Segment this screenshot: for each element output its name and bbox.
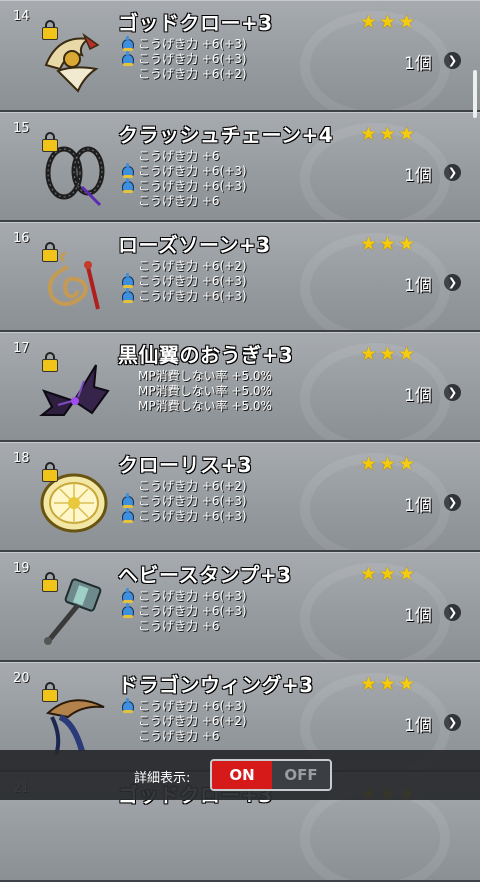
lock-icon[interactable] [42, 572, 58, 592]
toggle-off-button[interactable]: OFF [272, 761, 330, 789]
list-item[interactable]: 14 ゴッドクロー+3 ★★★ こうげき力 +6(+3) こうげき力 +6(+3… [0, 0, 480, 112]
stat-list: こうげき力 +6(+3) こうげき力 +6(+3) こうげき力 +6(+2) [118, 36, 247, 82]
list-item[interactable]: 17 黒仙翼のおうぎ+3 ★★★ MP消費しない率 +5.0% MP消費しない率… [0, 332, 480, 442]
lock-icon[interactable] [42, 132, 58, 152]
stat-line: MP消費しない率 +5.0% [138, 384, 272, 398]
slime-icon [122, 178, 134, 193]
chevron-right-icon[interactable]: ❯ [444, 714, 461, 731]
list-item[interactable]: 15 クラッシュチェーン+4 ★★★ こうげき力 +6 こうげき力 +6(+3)… [0, 112, 480, 222]
item-quantity: 1個 [404, 386, 432, 406]
stat-line: こうげき力 +6(+3) [118, 588, 247, 604]
slime-icon [122, 36, 134, 51]
rarity-stars: ★★★ [360, 673, 418, 695]
slime-icon [122, 508, 134, 523]
stat-line: こうげき力 +6 [138, 149, 220, 163]
rarity-stars: ★★★ [360, 563, 418, 585]
detail-toggle-bar: 詳細表示: ON OFF [0, 750, 480, 800]
stat-line: こうげき力 +6 [138, 619, 220, 633]
list-item[interactable]: 16 ローズソーン+3 ★★★ こうげき力 +6(+2) こうげき力 +6(+3… [0, 222, 480, 332]
lock-icon[interactable] [42, 352, 58, 372]
item-name: ドラゴンウィング+3 [118, 673, 314, 697]
item-number: 20 [13, 671, 30, 686]
item-name: クローリス+3 [118, 453, 253, 477]
rarity-stars: ★★★ [360, 343, 418, 365]
item-name: 黒仙翼のおうぎ+3 [118, 343, 294, 367]
detail-display-toggle[interactable]: ON OFF [210, 759, 332, 791]
stat-line: こうげき力 +6(+3) [118, 273, 247, 289]
item-quantity: 1個 [404, 276, 432, 296]
detail-display-label: 詳細表示: [134, 771, 191, 786]
chevron-right-icon[interactable]: ❯ [444, 384, 461, 401]
list-item[interactable]: 18 クローリス+3 ★★★ こうげき力 +6(+2) こうげき力 +6(+3)… [0, 442, 480, 552]
slime-icon [122, 273, 134, 288]
stat-line: こうげき力 +6(+3) [118, 36, 247, 52]
slime-icon [122, 698, 134, 713]
rarity-stars: ★★★ [360, 11, 418, 33]
stat-line: こうげき力 +6(+3) [118, 508, 247, 524]
item-number: 16 [13, 231, 30, 246]
item-number: 14 [13, 9, 30, 24]
stat-list: こうげき力 +6(+3) こうげき力 +6(+3) こうげき力 +6 [118, 588, 247, 634]
stat-list: MP消費しない率 +5.0% MP消費しない率 +5.0% MP消費しない率 +… [118, 369, 272, 414]
item-number: 18 [13, 451, 30, 466]
toggle-on-button[interactable]: ON [212, 761, 272, 789]
chevron-right-icon[interactable]: ❯ [444, 164, 461, 181]
item-number: 19 [13, 561, 30, 576]
stat-line: こうげき力 +6(+3) [118, 493, 247, 509]
stat-line: こうげき力 +6 [138, 194, 220, 208]
item-name: ヘビースタンプ+3 [118, 563, 292, 587]
stat-line: こうげき力 +6(+3) [118, 698, 247, 714]
item-quantity: 1個 [404, 606, 432, 626]
stat-line: こうげき力 +6(+3) [118, 288, 247, 304]
chevron-right-icon[interactable]: ❯ [444, 274, 461, 291]
rarity-stars: ★★★ [360, 123, 418, 145]
chevron-right-icon[interactable]: ❯ [444, 52, 461, 69]
item-number: 15 [13, 121, 30, 136]
stat-list: こうげき力 +6 こうげき力 +6(+3) こうげき力 +6(+3) こうげき力… [118, 149, 247, 209]
slime-icon [122, 603, 134, 618]
stat-line: MP消費しない率 +5.0% [138, 369, 272, 383]
stat-line: こうげき力 +6(+2) [138, 479, 247, 493]
lock-icon[interactable] [42, 462, 58, 482]
item-quantity: 1個 [404, 166, 432, 186]
slime-icon [122, 163, 134, 178]
stat-line: こうげき力 +6(+2) [138, 259, 247, 273]
item-quantity: 1個 [404, 716, 432, 736]
stat-line: MP消費しない率 +5.0% [138, 399, 272, 413]
stat-list: こうげき力 +6(+2) こうげき力 +6(+3) こうげき力 +6(+3) [118, 479, 247, 524]
chevron-right-icon[interactable]: ❯ [444, 494, 461, 511]
item-name: ローズソーン+3 [118, 233, 271, 257]
slime-icon [122, 588, 134, 603]
slime-icon [122, 288, 134, 303]
stat-list: こうげき力 +6(+3) こうげき力 +6(+2) こうげき力 +6 [118, 698, 247, 744]
scrollbar[interactable] [473, 70, 477, 118]
lock-icon[interactable] [42, 682, 58, 702]
rarity-stars: ★★★ [360, 233, 418, 255]
stat-line: こうげき力 +6(+3) [118, 603, 247, 619]
stat-line: こうげき力 +6(+3) [118, 163, 247, 179]
item-name: ゴッドクロー+3 [118, 11, 273, 35]
lock-icon[interactable] [42, 242, 58, 262]
item-number: 17 [13, 341, 30, 356]
stat-line: こうげき力 +6 [138, 729, 220, 743]
stat-line: こうげき力 +6(+2) [138, 714, 247, 728]
slime-icon [122, 51, 134, 66]
chevron-right-icon[interactable]: ❯ [444, 604, 461, 621]
item-quantity: 1個 [404, 54, 432, 74]
stat-line: こうげき力 +6(+3) [118, 178, 247, 194]
item-quantity: 1個 [404, 496, 432, 516]
stat-list: こうげき力 +6(+2) こうげき力 +6(+3) こうげき力 +6(+3) [118, 259, 247, 304]
lock-icon[interactable] [42, 20, 58, 40]
rarity-stars: ★★★ [360, 453, 418, 475]
stat-line: こうげき力 +6(+3) [118, 51, 247, 67]
stat-line: こうげき力 +6(+2) [138, 67, 247, 81]
list-item[interactable]: 19 ヘビースタンプ+3 ★★★ こうげき力 +6(+3) こうげき力 +6(+… [0, 552, 480, 662]
slime-icon [122, 493, 134, 508]
item-name: クラッシュチェーン+4 [118, 123, 334, 147]
